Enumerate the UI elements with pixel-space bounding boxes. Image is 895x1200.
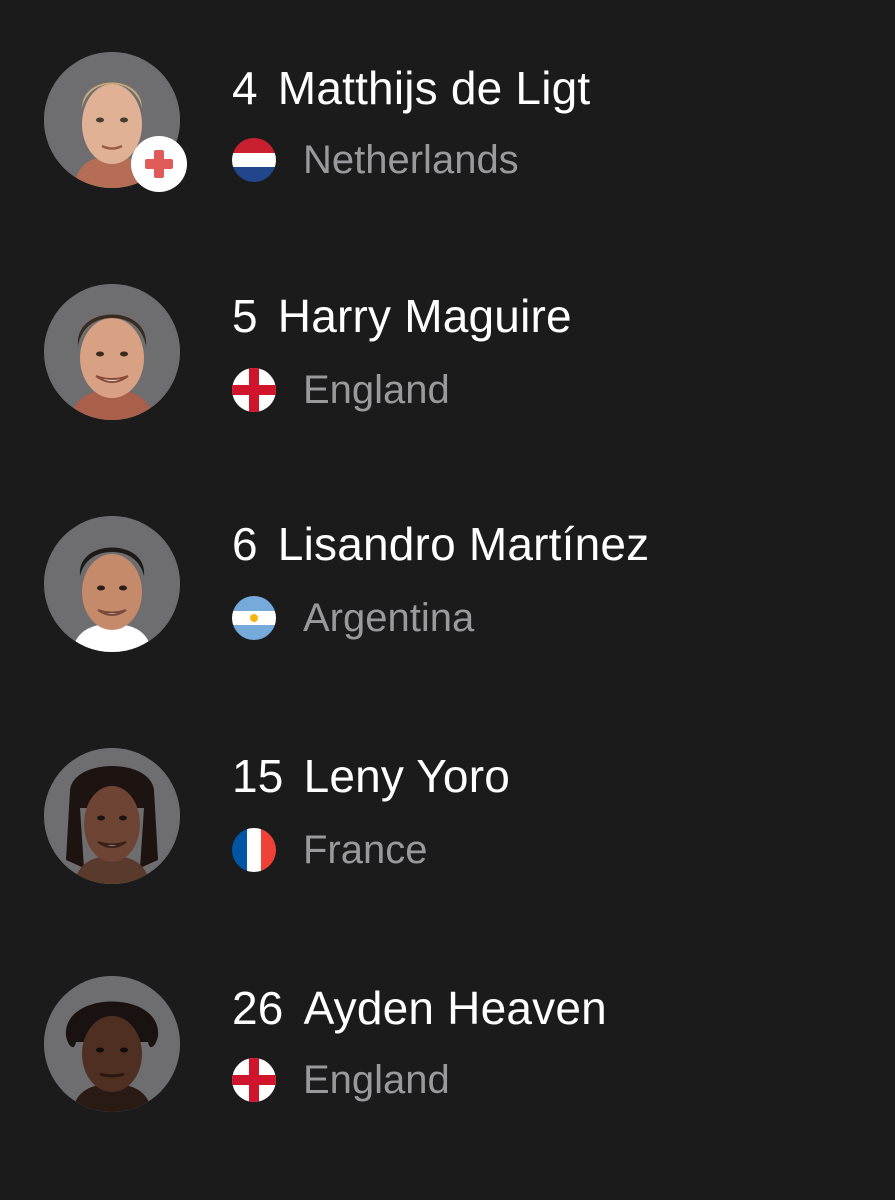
player-row[interactable]: 4 Matthijs de Ligt Netherlands xyxy=(0,0,895,200)
player-avatar[interactable] xyxy=(44,976,180,1112)
squad-list: 4 Matthijs de Ligt Netherlands 5Harry Ma… xyxy=(0,0,895,1200)
shirt-number: 15 xyxy=(232,750,284,802)
player-country: England xyxy=(303,368,450,412)
shirt-number: 4 xyxy=(232,62,258,114)
player-name-line: 26 Ayden Heaven xyxy=(232,980,607,1036)
player-name: Harry Maguire xyxy=(277,290,572,342)
shirt-number: 5 xyxy=(232,290,258,342)
netherlands-flag-icon xyxy=(232,138,276,182)
player-avatar[interactable] xyxy=(44,748,180,884)
argentina-flag-icon xyxy=(232,596,276,640)
england-flag-icon xyxy=(232,1058,276,1102)
england-flag-icon xyxy=(232,368,276,412)
shirt-number: 26 xyxy=(232,982,284,1034)
france-flag-icon xyxy=(232,828,276,872)
player-country: France xyxy=(303,828,428,872)
player-name-line: 4 Matthijs de Ligt xyxy=(232,60,590,116)
player-name: Matthijs de Ligt xyxy=(277,62,591,114)
player-name: Leny Yoro xyxy=(303,750,511,802)
player-name-line: 15 Leny Yoro xyxy=(232,748,510,804)
player-name: Ayden Heaven xyxy=(303,982,607,1034)
injury-badge xyxy=(131,136,187,192)
player-country: Netherlands xyxy=(303,138,519,182)
player-row[interactable]: 15 Leny Yoro France xyxy=(0,690,895,890)
medical-cross-icon xyxy=(145,150,173,178)
player-avatar[interactable] xyxy=(44,284,180,420)
player-name-line: 5 Harry Maguire xyxy=(232,288,572,344)
player-avatar[interactable] xyxy=(44,516,180,652)
player-row[interactable]: 6 Lisandro Martínez Argentina xyxy=(0,460,895,660)
player-country: Argentina xyxy=(303,596,475,640)
player-name: Lisandro Martínez xyxy=(277,518,650,570)
shirt-number: 6 xyxy=(232,518,258,570)
player-country: England xyxy=(303,1058,450,1102)
player-row[interactable]: 5 Harry Maguire England xyxy=(0,230,895,430)
player-name-line: 6 Lisandro Martínez xyxy=(232,516,649,572)
player-row[interactable]: 26 Ayden Heaven England xyxy=(0,920,895,1120)
